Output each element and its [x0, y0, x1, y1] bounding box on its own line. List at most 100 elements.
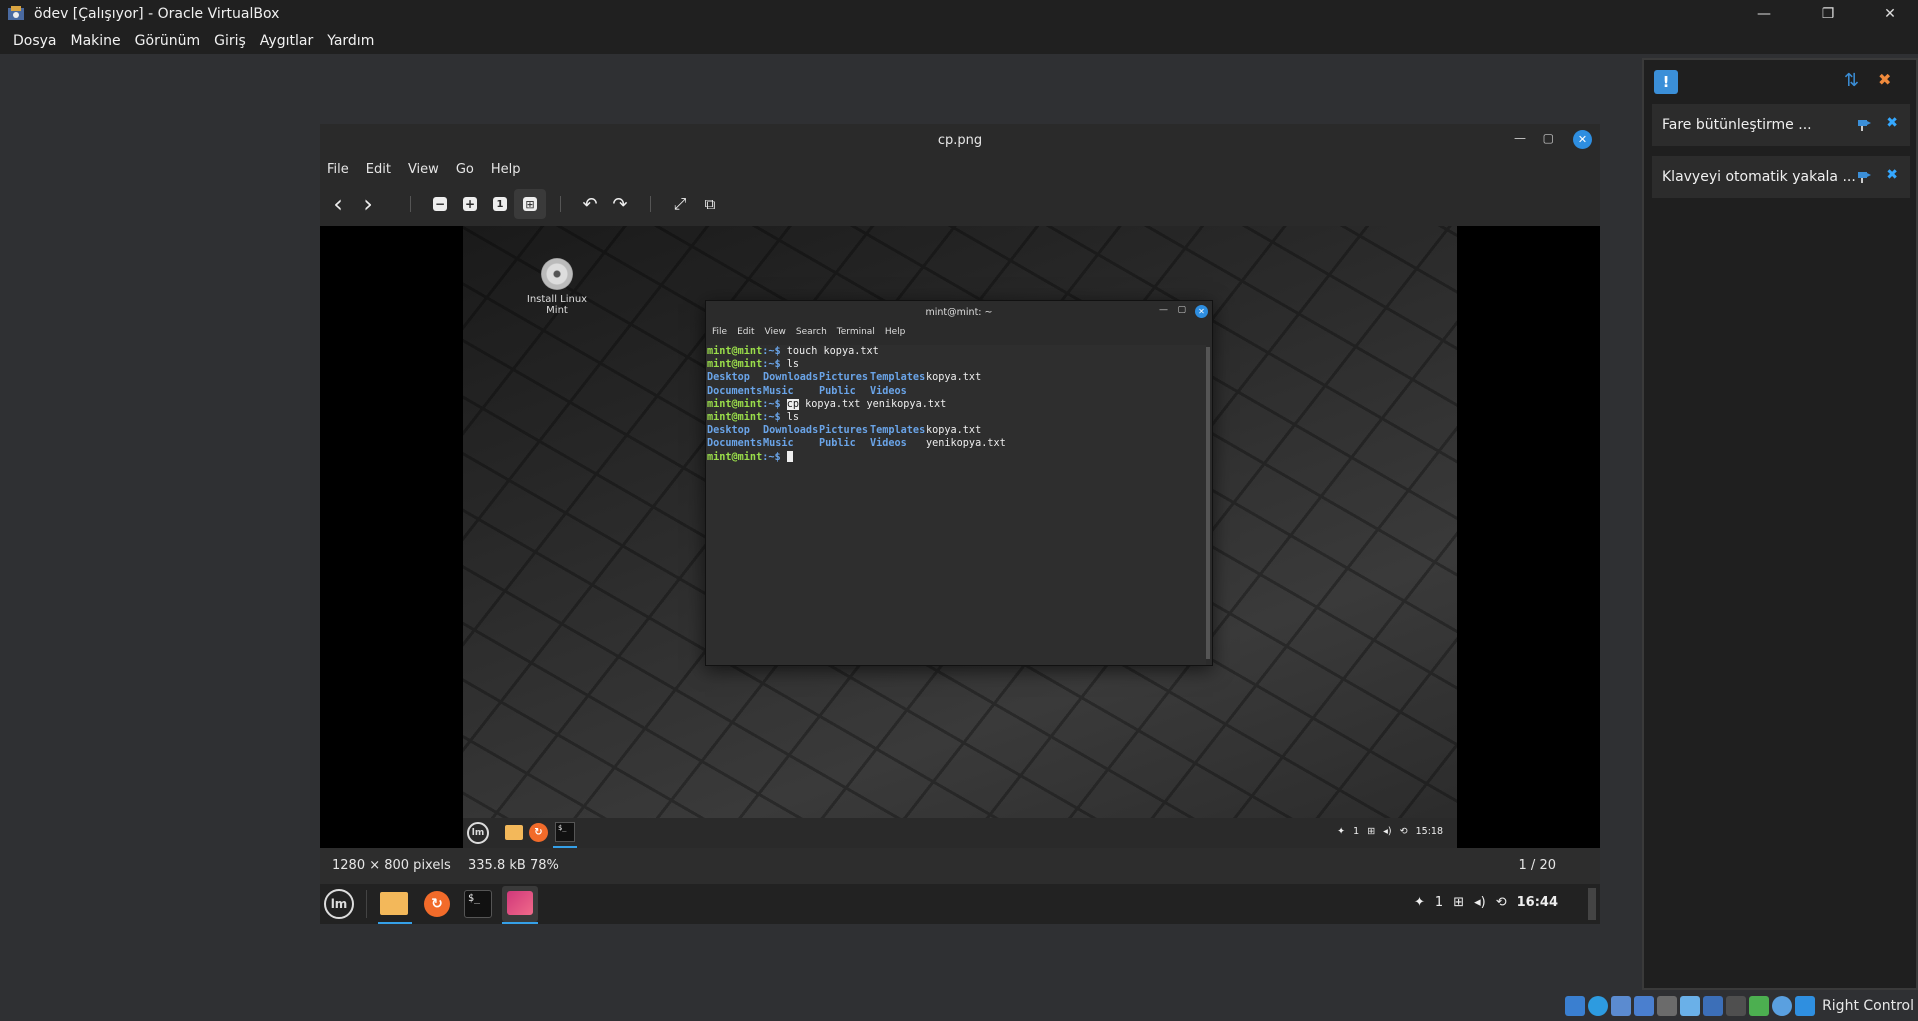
keyboard-capture-icon[interactable] [1795, 996, 1816, 1016]
audio-icon[interactable] [1611, 996, 1632, 1016]
mint-menu-button[interactable]: lm [324, 889, 354, 919]
files-launcher-icon[interactable] [380, 892, 408, 915]
displayed-screenshot: Install Linux Mint mint@mint: ~ — ▢ ✕ Fi… [463, 226, 1457, 848]
menu-giris[interactable]: Giriş [207, 33, 253, 49]
close-notification-icon[interactable]: ✖ [1886, 115, 1898, 131]
menu-aygitlar[interactable]: Aygıtlar [253, 33, 320, 49]
host-key-label: Right Control [1822, 998, 1914, 1014]
best-fit-icon[interactable]: 1 [486, 190, 514, 218]
notifications-icon: ✦ [1337, 826, 1346, 837]
network-icon[interactable]: ⊞ [1453, 895, 1464, 910]
hard-disk-icon[interactable] [1565, 996, 1586, 1016]
image-viewer-task[interactable] [502, 886, 538, 922]
terminal-menu-help: Help [884, 327, 906, 337]
terminal-scrollbar [1206, 347, 1210, 659]
viewer-minimize-icon[interactable]: — [1514, 131, 1526, 145]
terminal-line: Desktop DownloadsPictures Templateskopya.t… [707, 425, 982, 437]
volume-icon[interactable]: ◂) [1474, 895, 1486, 910]
vm-status-bar: Right Control [1565, 991, 1918, 1021]
optical-drive-icon[interactable] [1588, 996, 1609, 1016]
toolbar-separator [560, 196, 561, 212]
pin-icon[interactable] [1856, 169, 1872, 185]
viewer-close-icon[interactable]: ✕ [1573, 130, 1592, 149]
terminal-menu-search: Search [795, 327, 827, 337]
next-image-icon[interactable]: › [354, 190, 382, 218]
terminal-title: mint@mint: ~ [925, 306, 993, 318]
virtualbox-window: ödev [Çalışıyor] - Oracle VirtualBox — ❐… [0, 0, 1918, 1021]
terminal-menu: File Edit View Search Terminal Help [706, 323, 1212, 341]
notifications-icon[interactable]: ✦ [1414, 895, 1425, 910]
rotate-right-icon[interactable]: ↷ [606, 190, 634, 218]
close-notification-icon[interactable]: ✖ [1886, 167, 1898, 183]
terminal-line: mint@mint:~$ touch kopya.txt [707, 346, 879, 357]
update-manager-icon[interactable]: ⟲ [1496, 895, 1507, 910]
minimize-button[interactable]: — [1736, 0, 1792, 28]
notification-center: ! ⇅ ✖ Fare bütünleştirme ... ✖ Klavyeyi … [1642, 58, 1918, 990]
close-button[interactable]: ✕ [1862, 0, 1918, 28]
terminal-icon: $_ [555, 822, 575, 842]
guest-clock[interactable]: 16:44 [1517, 895, 1558, 910]
files-icon [505, 825, 523, 840]
sort-icon[interactable]: ⇅ [1844, 70, 1866, 92]
mouse-integration-icon[interactable] [1772, 996, 1793, 1016]
toolbar-separator [410, 196, 411, 212]
panel-separator [366, 890, 367, 918]
rotate-left-icon[interactable]: ↶ [576, 190, 604, 218]
fit-window-icon[interactable]: ⊞ [514, 189, 546, 219]
cpu-activity-icon[interactable] [1749, 996, 1770, 1016]
terminal-cursor [786, 450, 793, 462]
disc-icon [541, 258, 573, 290]
menu-yardim[interactable]: Yardım [320, 33, 381, 49]
network-icon: ⊞ [1367, 826, 1376, 837]
viewer-statusbar: 1280 × 800 pixels 335.8 kB 78% 1 / 20 [320, 848, 1600, 884]
terminal-menu-edit: Edit [737, 327, 755, 337]
slideshow-icon[interactable]: ⧉ [696, 190, 724, 218]
files-active-indicator [378, 922, 412, 924]
viewer-menu-file[interactable]: File [327, 162, 349, 177]
terminal-maximize-icon: ▢ [1177, 305, 1186, 315]
alert-icon[interactable]: ! [1654, 70, 1678, 94]
firefox-launcher-icon[interactable]: ↻ [424, 891, 450, 917]
notification-keyboard-capture[interactable]: Klavyeyi otomatik yakala ... ✖ [1652, 156, 1910, 198]
image-dimensions: 1280 × 800 pixels [332, 858, 451, 873]
viewer-maximize-icon[interactable]: ▢ [1543, 131, 1554, 145]
menu-makine[interactable]: Makine [64, 33, 128, 49]
desktop-icon-install: Install Linux Mint [515, 258, 599, 316]
terminal-line: mint@mint:~$ ls [707, 412, 800, 424]
notification-mouse-integration[interactable]: Fare bütünleştirme ... ✖ [1652, 104, 1910, 146]
previous-image-icon[interactable]: ‹ [324, 190, 352, 218]
terminal-launcher-icon[interactable]: $_ [464, 890, 492, 918]
terminal-line: mint@mint:~$ [707, 450, 1206, 464]
zoom-in-icon[interactable]: + [456, 190, 484, 218]
firefox-icon: ↻ [529, 823, 548, 842]
volume-icon: ◂) [1383, 826, 1392, 837]
menu-gorunum[interactable]: Görünüm [128, 33, 207, 49]
terminal-titlebar: mint@mint: ~ — ▢ ✕ [706, 301, 1212, 323]
viewer-menu-view[interactable]: View [408, 162, 439, 177]
notification-toolbar: ! ⇅ ✖ [1644, 60, 1916, 106]
terminal-line: DocumentsMusic Public Videos [707, 385, 907, 397]
viewer-menu-help[interactable]: Help [491, 162, 521, 177]
terminal-line: Desktop DownloadsPictures Templateskopya.t… [707, 372, 982, 384]
zoom-out-icon[interactable]: − [426, 190, 454, 218]
viewer-menu-edit[interactable]: Edit [366, 162, 391, 177]
image-canvas[interactable]: Install Linux Mint mint@mint: ~ — ▢ ✕ Fi… [320, 226, 1600, 848]
usb-icon[interactable] [1657, 996, 1678, 1016]
display-icon[interactable] [1703, 996, 1724, 1016]
image-size: 335.8 kB [468, 858, 526, 873]
restore-button[interactable]: ❐ [1800, 0, 1856, 28]
menu-dosya[interactable]: Dosya [6, 33, 64, 49]
video-capture-icon[interactable] [1726, 996, 1747, 1016]
shared-folders-icon[interactable] [1680, 996, 1701, 1016]
pin-icon[interactable] [1856, 117, 1872, 133]
network-adapter-icon[interactable] [1634, 996, 1655, 1016]
image-position: 1 / 20 [1518, 858, 1556, 873]
mint-menu-icon: lm [467, 822, 489, 844]
terminal-minimize-icon: — [1159, 305, 1168, 315]
fullscreen-icon[interactable]: ⤢ [666, 190, 694, 218]
notifications-count: 1 [1353, 826, 1360, 837]
viewer-active-indicator [502, 922, 538, 924]
terminal-line: mint@mint:~$ cp kopya.txt yenikopya.txt [707, 398, 947, 410]
viewer-menu-go[interactable]: Go [456, 162, 474, 177]
dismiss-all-icon[interactable]: ✖ [1878, 70, 1902, 92]
